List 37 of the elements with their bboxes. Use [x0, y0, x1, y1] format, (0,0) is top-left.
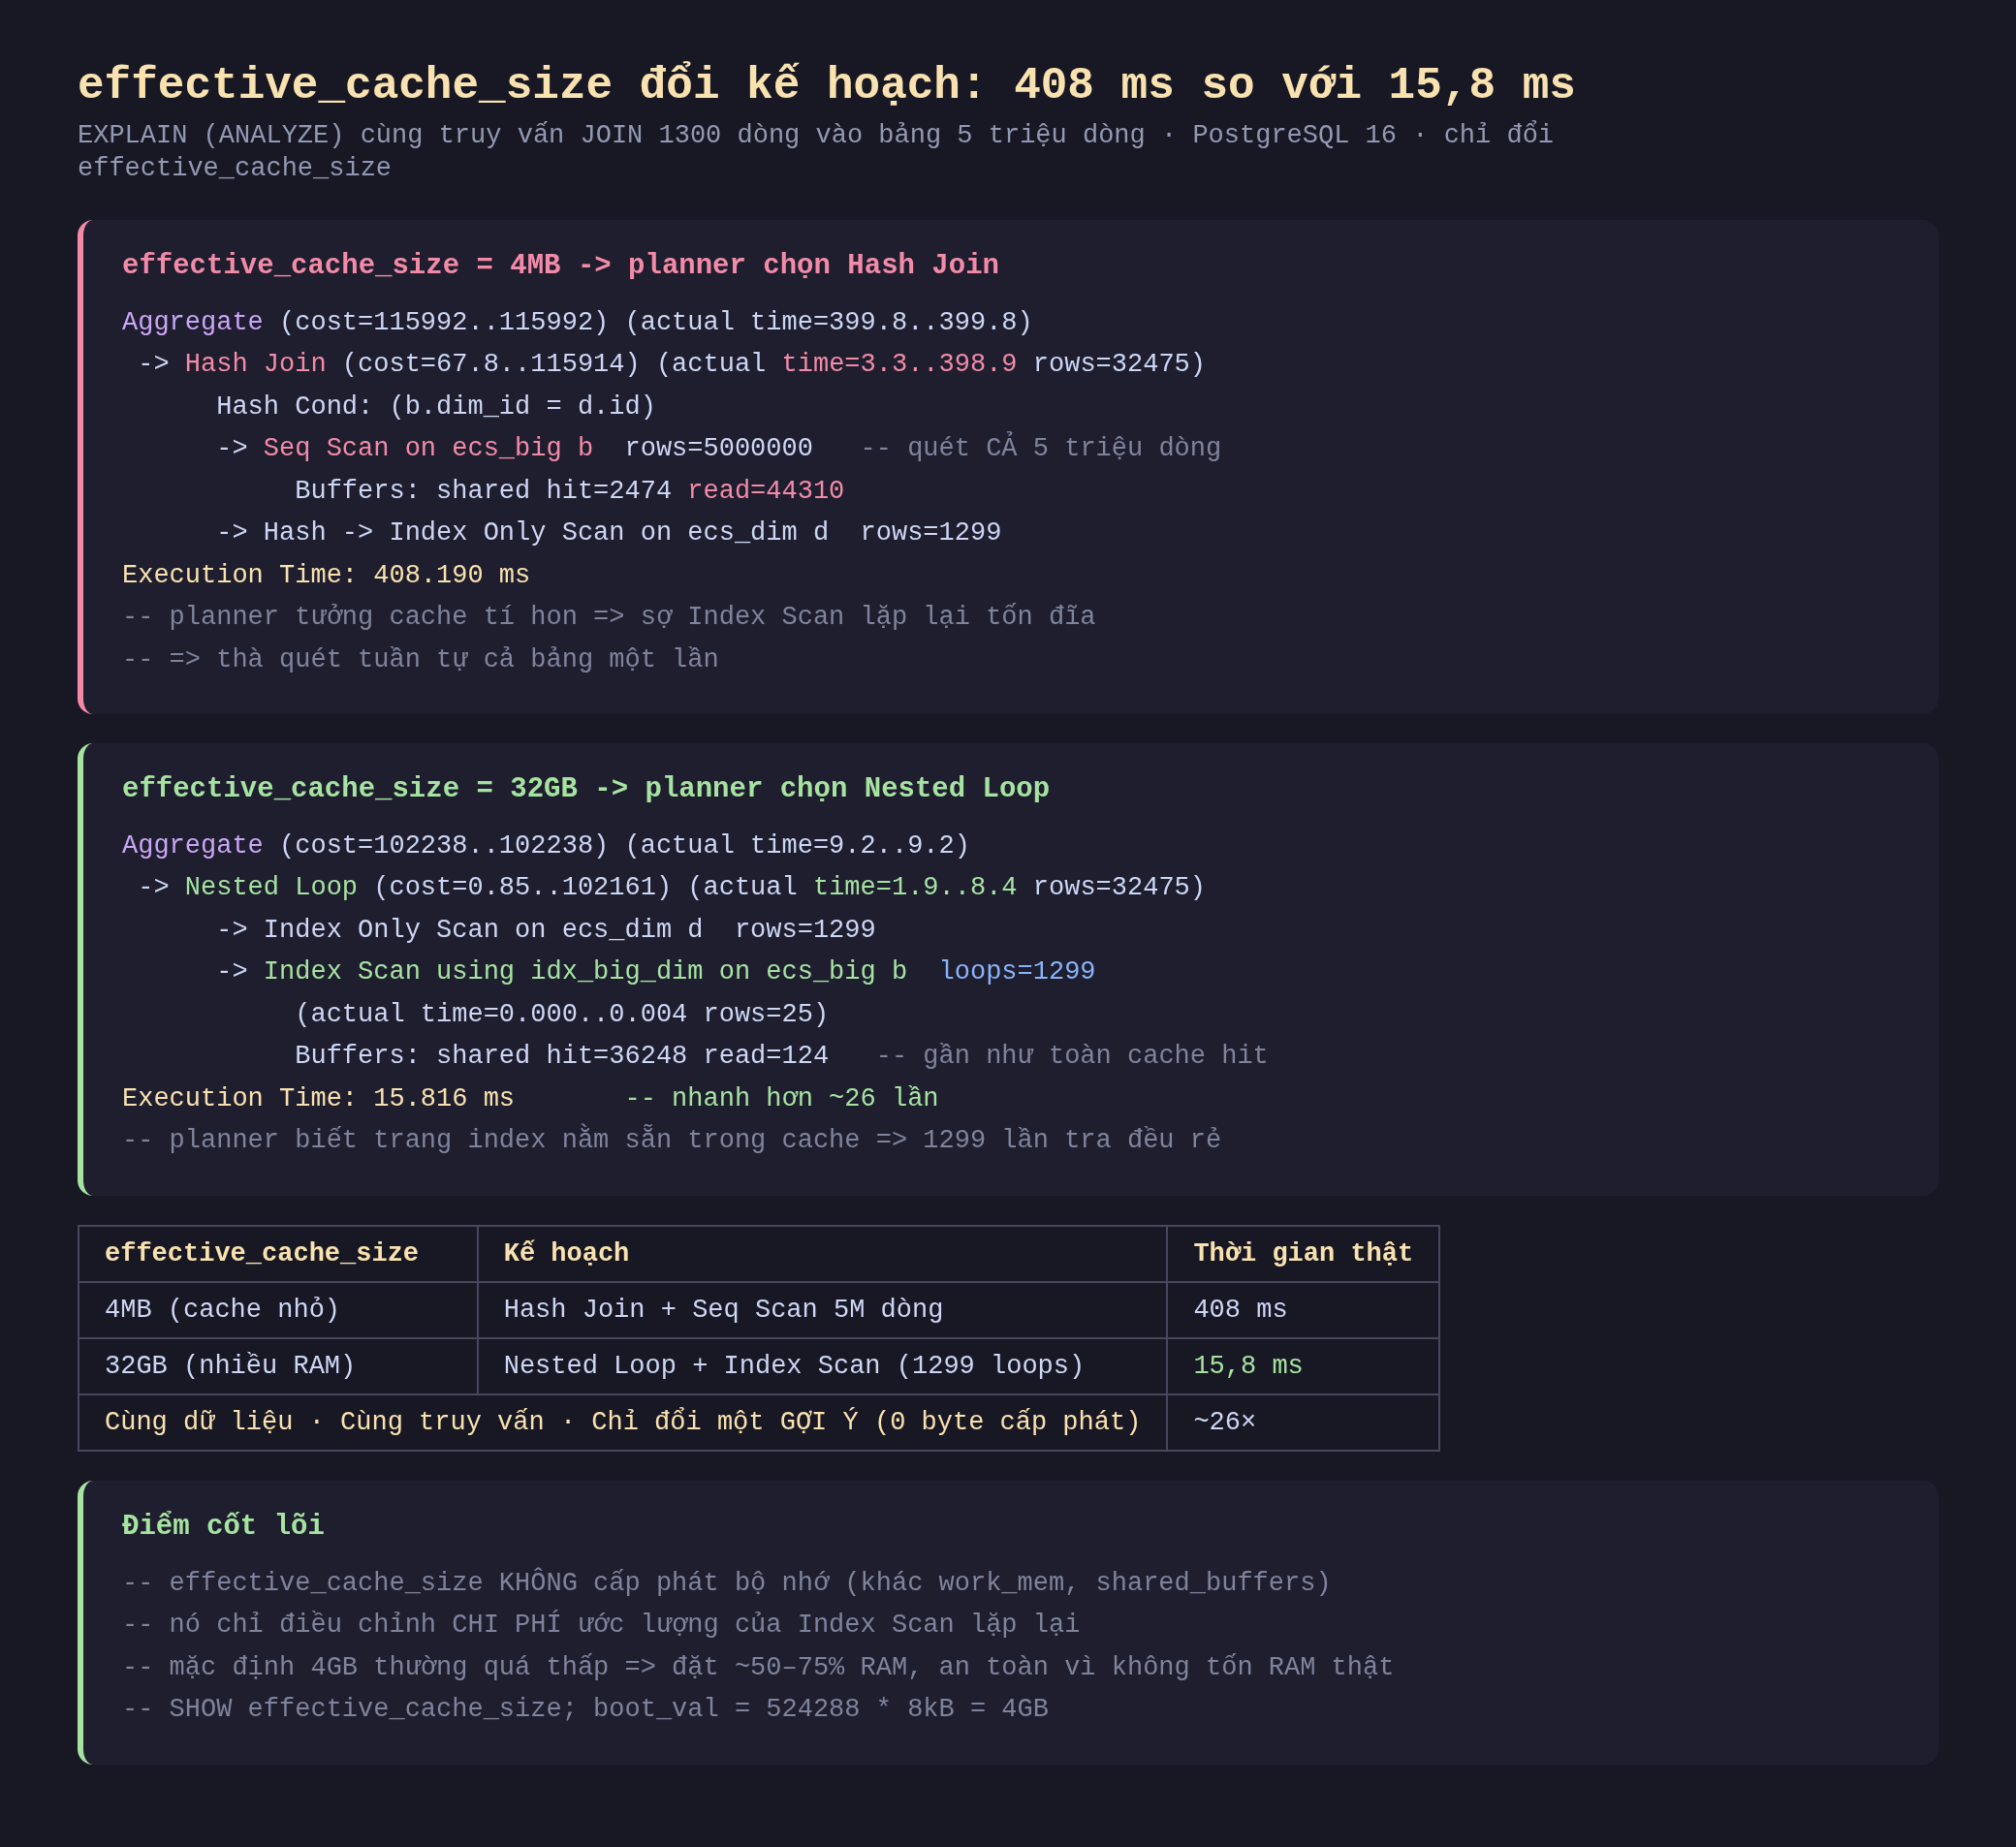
comment-line: -- nó chỉ điều chỉnh CHI PHÍ ước lượng của Index Scan lặp lại: [122, 1609, 1082, 1643]
column-header: Thời gian thật: [1167, 1226, 1440, 1282]
page-subtitle: EXPLAIN (ANALYZE) cùng truy vấn JOIN 1300 dòng vào bảng 5 triệu dòng · PostgreSQL 16 · chỉ đổi effective_cache_size: [78, 119, 1556, 185]
code-line: -> Index Scan using idx_big_dim on ecs_big b loops=1299: [215, 956, 1097, 989]
code-line: -- => thà quét tuần tự cả bảng một lần: [122, 643, 720, 676]
code-line: -> Nested Loop (cost=0.85..102161) (actual time=1.9..8.4 rows=32475): [137, 872, 1207, 905]
code-line: -- planner tưởng cache tí hon => sợ Index Scan lặp lại tốn đĩa: [122, 602, 1097, 635]
code-line: Aggregate (cost=102238..102238) (actual time=9.2..9.2): [122, 830, 971, 862]
code-line: -- planner biết trang index nằm sẵn trong cache => 1299 lần tra đều rẻ: [122, 1120, 1900, 1163]
code-line: -> Hash Join (cost=67.8..115914) (actual time=3.3..398.9 rows=32475): [137, 349, 1207, 382]
key-points-heading: Điểm cốt lõi: [122, 1510, 326, 1545]
code-line: Buffers: shared hit=36248 read=124 -- gần như toàn cache hit: [294, 1041, 1270, 1074]
table-cell: 4MB (cache nhỏ): [79, 1282, 478, 1338]
column-header: Kế hoạch: [477, 1226, 1168, 1282]
table-cell: Hash Join + Seq Scan 5M dòng: [477, 1282, 1168, 1338]
table-cell: Nested Loop + Index Scan (1299 loops): [477, 1338, 1168, 1394]
code-line: Aggregate (cost=115992..115992) (actual time=399.8..399.8): [122, 306, 1034, 339]
comment-line: -- effective_cache_size KHÔNG cấp phát bộ nhớ (khác work_mem, shared_buffers): [122, 1566, 1333, 1600]
code-line: -> Index Only Scan on ecs_dim d rows=1299: [215, 915, 877, 947]
table-cell: 32GB (nhiều RAM): [79, 1338, 478, 1394]
table-cell: 15,8 ms: [1167, 1338, 1440, 1394]
code-line: -> Seq Scan on ecs_big b rows=5000000 -- quét CẢ 5 triệu dòng: [122, 428, 1900, 471]
table-cell: 408 ms: [1167, 1282, 1440, 1338]
code-line: Hash Cond: (b.dim_id = d.id): [215, 391, 657, 423]
code-line: Buffers: shared hit=2474 read=44310: [294, 475, 846, 508]
plan-heading: effective_cache_size = 4MB -> planner chọn Hash Join: [122, 249, 1000, 285]
code-line: (actual time=0.000..0.004 rows=25): [294, 999, 831, 1031]
comment-line: -- SHOW effective_cache_size; boot_val = 524288 * 8kB = 4GB: [122, 1694, 1050, 1727]
code-line: -> Hash -> Index Only Scan on ecs_dim d rows=1299: [215, 517, 1003, 550]
table-cell: ~26×: [1167, 1394, 1440, 1451]
page-title: effective_cache_size đổi kế hoạch: 408 ms so với 15,8 ms: [78, 60, 1576, 113]
code-line: Execution Time: 15.816 ms -- nhanh hơn ~26 lần: [122, 1083, 940, 1115]
column-header: effective_cache_size: [79, 1226, 478, 1282]
comment-line: -- mặc định 4GB thường quá thấp => đặt ~50–75% RAM, an toàn vì không tốn RAM thật: [122, 1651, 1396, 1684]
code-line: Execution Time: 408.190 ms: [122, 559, 532, 592]
plan-heading: effective_cache_size = 32GB -> planner chọn Nested Loop: [122, 772, 1052, 808]
table-cell: Cùng dữ liệu · Cùng truy vấn · Chỉ đổi một GỢI Ý (0 byte cấp phát): [79, 1394, 1168, 1451]
